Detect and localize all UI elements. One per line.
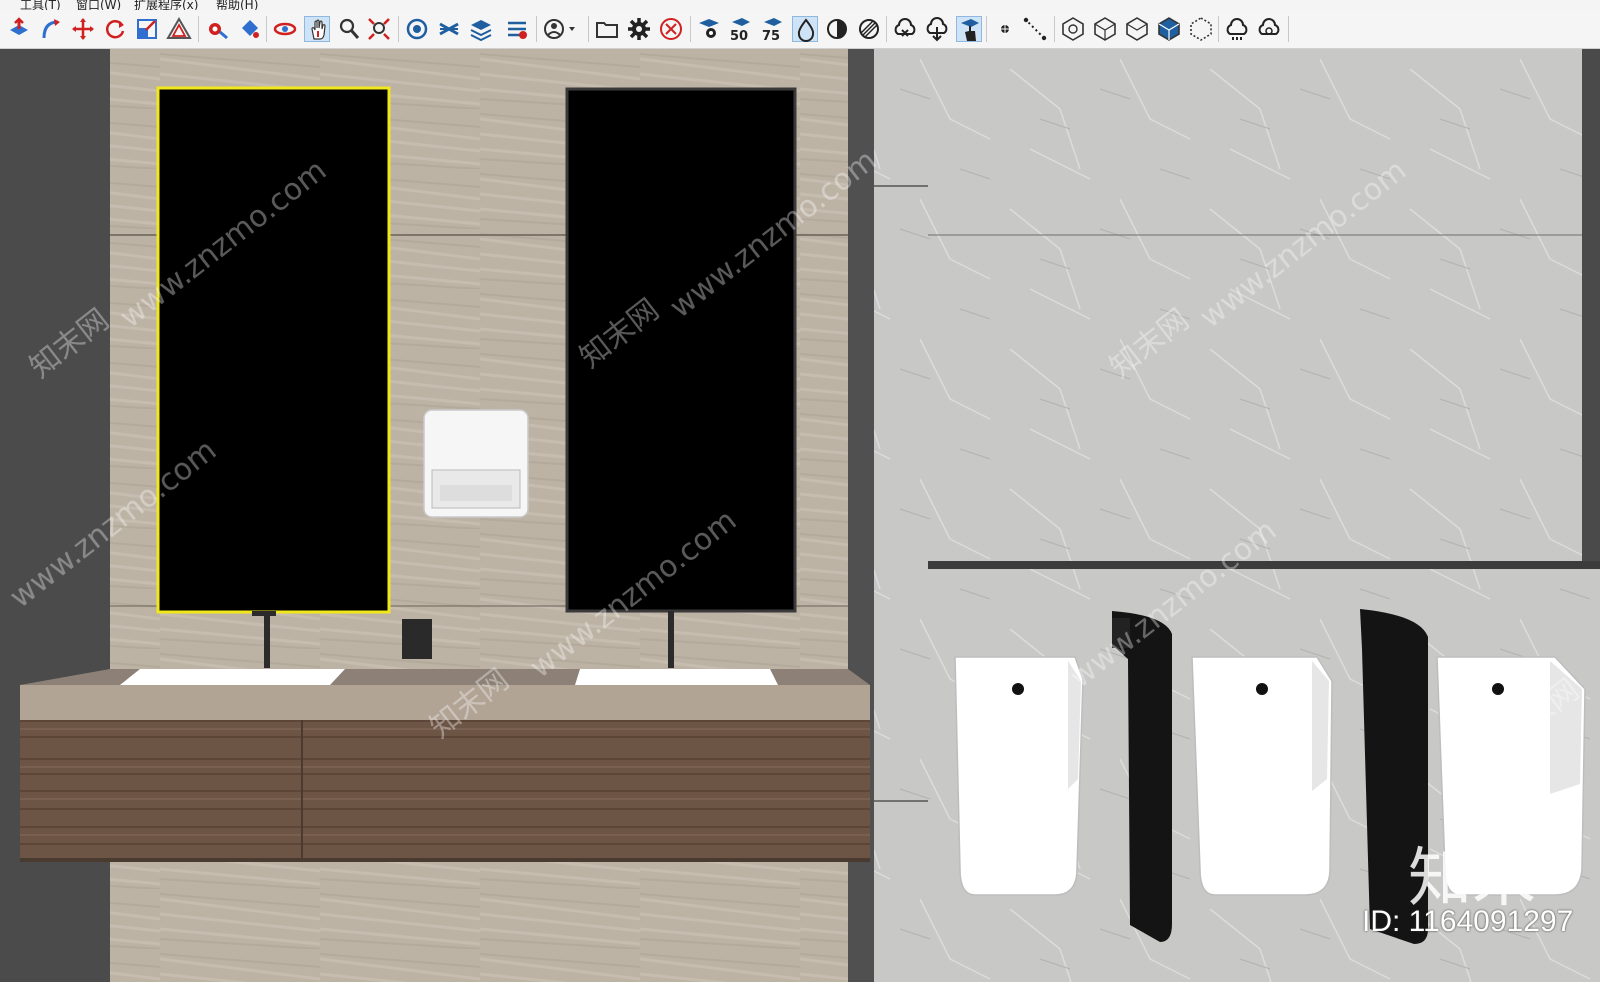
3d-viewport[interactable]: 知末网 www.znzmo.com 知末网 www.znzmo.com www.… — [0, 49, 1600, 982]
cloud-sync-icon[interactable] — [1224, 16, 1250, 42]
cloud-download-icon[interactable] — [924, 16, 950, 42]
view-front-icon[interactable] — [1124, 16, 1150, 42]
sink-left — [120, 669, 345, 685]
settings-gear-icon[interactable] — [626, 16, 652, 42]
dotted-line-icon[interactable] — [1022, 16, 1048, 42]
view-top-icon[interactable] — [1092, 16, 1118, 42]
soap-dispenser — [402, 619, 432, 659]
menu-bar: 工具(T) 窗口(W) 扩展程序(x) 帮助(H) — [0, 0, 1600, 10]
mirror-left-selected[interactable] — [156, 86, 391, 614]
share-icon[interactable] — [504, 16, 530, 42]
paper-towel-dispenser[interactable] — [423, 409, 529, 518]
paint-bucket-icon[interactable] — [236, 16, 262, 42]
account-icon[interactable] — [542, 16, 582, 42]
view-iso-icon[interactable] — [1060, 16, 1086, 42]
faucet-right — [668, 611, 674, 668]
menu-item-tools[interactable]: 工具(T) — [20, 0, 61, 10]
stack-icon[interactable] — [468, 16, 494, 42]
scene-render: 知末网 www.znzmo.com 知末网 www.znzmo.com www.… — [0, 49, 1600, 982]
zoom-icon[interactable] — [336, 16, 362, 42]
view-right-icon[interactable] — [1156, 16, 1182, 42]
layers-icon[interactable] — [436, 16, 462, 42]
menu-item-extensions[interactable]: 扩展程序(x) — [134, 0, 198, 10]
push-pull-icon[interactable] — [6, 16, 32, 42]
follow-me-icon[interactable] — [38, 16, 64, 42]
move-icon[interactable] — [70, 16, 96, 42]
menu-item-help[interactable]: 帮助(H) — [216, 0, 258, 10]
tape-measure-icon[interactable] — [204, 16, 230, 42]
image-id-label: ID: 1164091297 — [1362, 905, 1574, 938]
warehouse-icon[interactable] — [404, 16, 430, 42]
offset-icon[interactable] — [166, 16, 192, 42]
faucet-left — [264, 611, 270, 668]
zoom-extents-icon[interactable] — [366, 16, 392, 42]
cloud-x-icon[interactable] — [892, 16, 918, 42]
urinal-2[interactable] — [1191, 656, 1333, 896]
render-eye-icon[interactable] — [696, 16, 722, 42]
sink-right — [575, 669, 778, 685]
cloud-hand-icon[interactable] — [956, 16, 982, 42]
counter-75-icon[interactable]: 75 — [760, 16, 786, 42]
pan-icon[interactable] — [304, 16, 330, 42]
orbit-icon[interactable] — [272, 16, 298, 42]
view-back-icon[interactable] — [1188, 16, 1214, 42]
svg-text:50: 50 — [730, 29, 748, 42]
stripe-icon[interactable] — [856, 16, 882, 42]
close-circle-icon[interactable] — [658, 16, 684, 42]
main-toolbar: 50 75 — [0, 10, 1600, 49]
counter-50-icon[interactable]: 50 — [728, 16, 754, 42]
cloud-refresh-icon[interactable] — [1256, 16, 1282, 42]
open-folder-icon[interactable] — [594, 16, 620, 42]
menu-item-window[interactable]: 窗口(W) — [76, 0, 121, 10]
wall-ledge — [928, 561, 1600, 569]
water-drop-icon[interactable] — [792, 16, 818, 42]
scale-icon[interactable] — [134, 16, 160, 42]
point-icon[interactable] — [992, 16, 1018, 42]
contrast-icon[interactable] — [824, 16, 850, 42]
rotate-icon[interactable] — [102, 16, 128, 42]
svg-text:75: 75 — [762, 29, 780, 42]
